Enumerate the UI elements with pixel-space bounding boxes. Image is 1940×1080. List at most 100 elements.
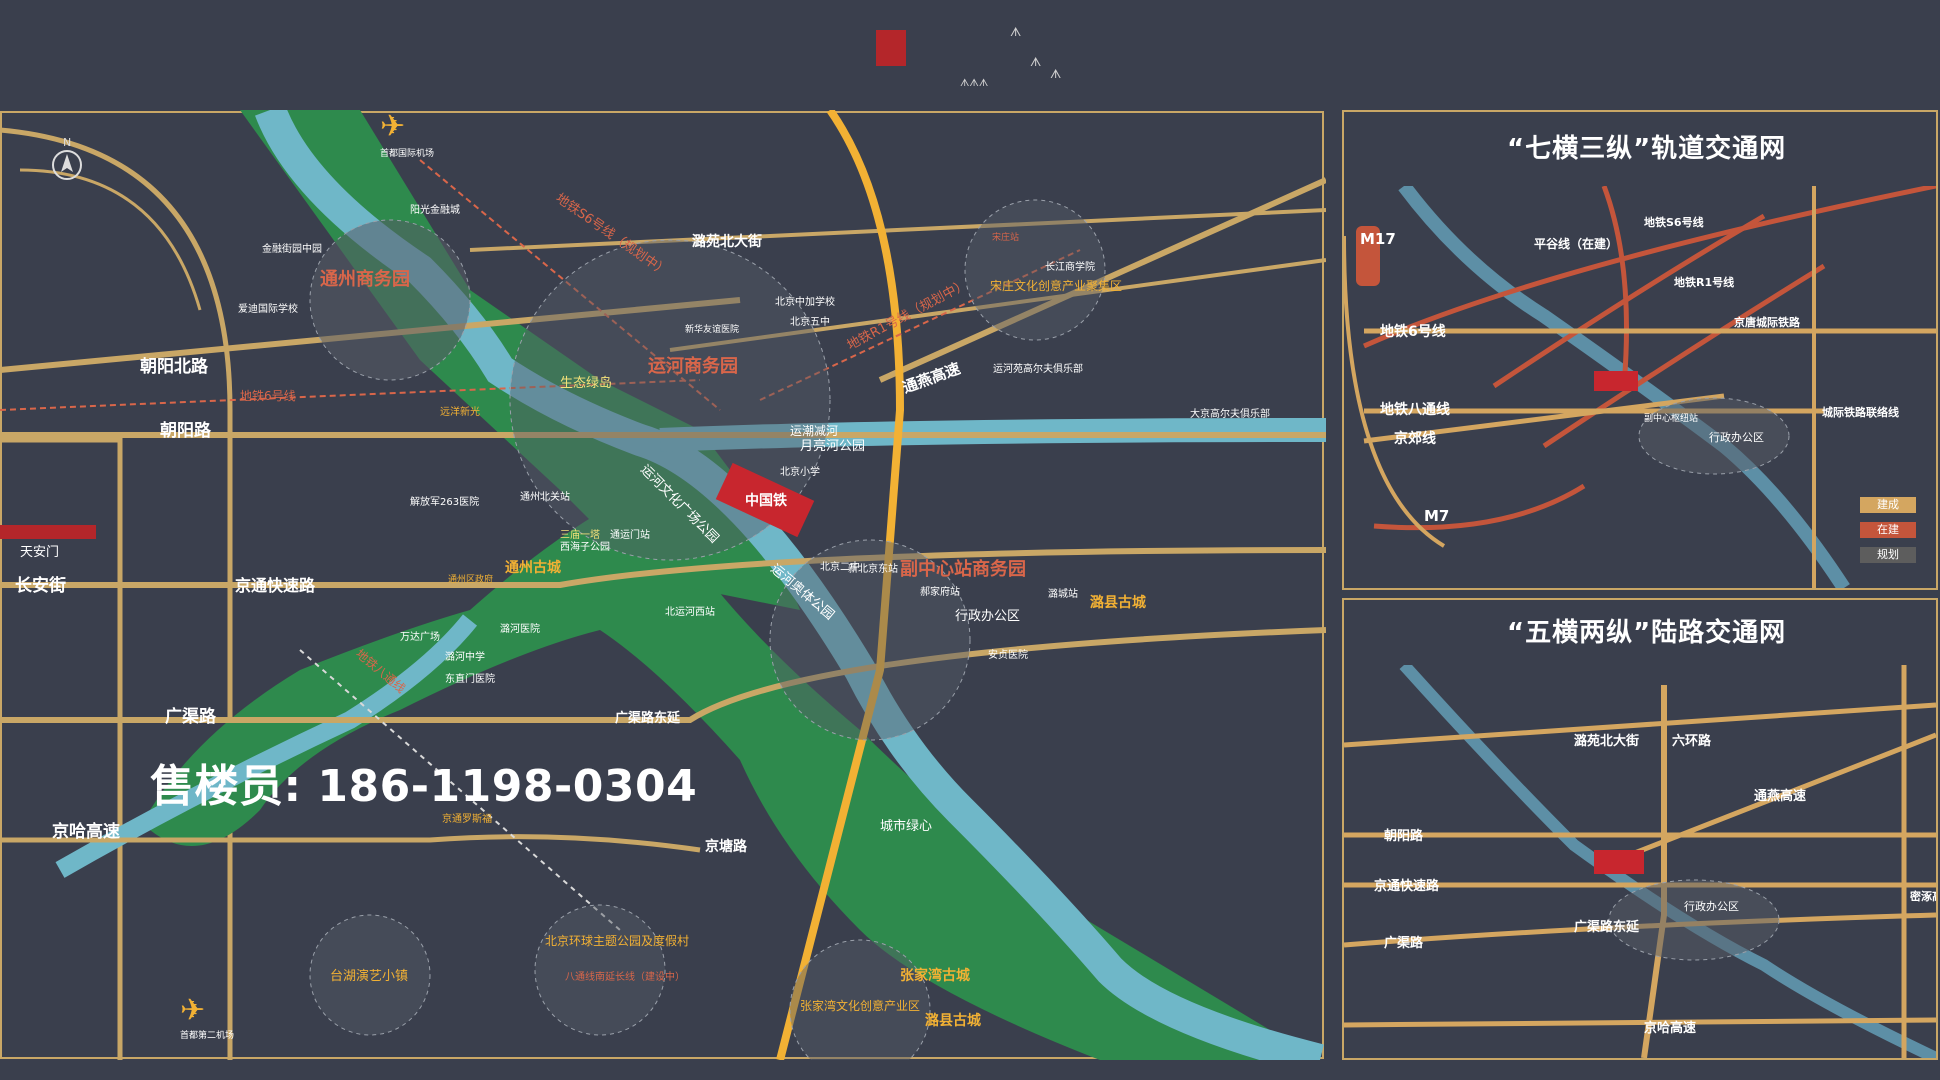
district-songzhuang: 宋庄文化创意产业聚集区 (990, 278, 1122, 293)
poi-luhe-middle: 潞河中学 (445, 650, 485, 663)
district-zhangjiawan: 张家湾文化创意产业区 (800, 998, 920, 1013)
rail-map[interactable]: M17 平谷线（在建） 地铁S6号线 地铁R1号线 京唐城际铁路 地铁6号线 地… (1344, 186, 1936, 588)
project-seal-icon (876, 30, 906, 66)
road-label-guangqu-east: 广渠路东延 (615, 710, 681, 726)
poi-xinhua-friend: 新华友谊医院 (685, 323, 739, 335)
poi-tongzhou-beiguan: 通州北关站 (520, 490, 570, 503)
rail-metro6: 地铁6号线 (1380, 323, 1446, 340)
road-label-chaoyang-north: 朝阳北路 (140, 356, 209, 377)
park-sanmiao: 三庙一塔 (560, 528, 600, 541)
road-luyuan: 潞苑北大街 (1574, 733, 1639, 749)
district-zhangjiawan-old: 张家湾古城 (900, 967, 970, 984)
poi-beijing-school: 北京小学 (780, 465, 820, 478)
poi-xinbeijing-east: 新北京东站 (848, 562, 898, 575)
road-chaoyang: 朝阳路 (1384, 828, 1424, 844)
district-city-green: 城市绿心 (880, 818, 932, 834)
sales-phone[interactable]: 售楼员: 186-1198-0304 (150, 750, 697, 814)
rail-subcenter: 副中心枢纽站 (1644, 412, 1698, 424)
poi-luchengzhan: 潞城站 (1048, 587, 1078, 600)
poi-tongyunmen: 通运门站 (610, 528, 650, 541)
road-jingtong: 京通快速路 (1374, 878, 1440, 894)
road-project-marker (1594, 850, 1644, 874)
road-mijiazhuang: 密涿高速 (1910, 889, 1936, 903)
road-guangqu: 广渠路 (1384, 935, 1424, 951)
poi-beijing-middle: 北京中加学校 (775, 295, 835, 308)
main-map[interactable]: 中国铁 N ✈ 首都国际机场 ✈ 首都第二机场 天安门 朝阳北路 朝阳路 长安街… (0, 110, 1326, 1060)
poi-songzhuang-station: 宋庄站 (992, 231, 1019, 243)
park-eco-island: 生态绿岛 (560, 375, 612, 391)
road-admin: 行政办公区 (1684, 899, 1739, 913)
poi-tongzhou-gov: 通州区政府 (448, 573, 493, 585)
rail-m17: M17 (1360, 230, 1396, 248)
poi-jiefangjun: 解放军263医院 (410, 495, 479, 508)
park-xihaizi: 西海子公园 (560, 540, 610, 553)
road-panel-title: “五横两纵”陆路交通网 (1507, 618, 1787, 648)
poi-golf-yunhe: 运河苑高尔夫俱乐部 (993, 362, 1083, 375)
svg-text:ᗑ: ᗑ (1050, 67, 1061, 81)
poi-wanda: 万达广场 (400, 630, 440, 643)
svg-text:ᗑᗑᗑ: ᗑᗑᗑ (960, 78, 988, 89)
svg-text:ᗑ: ᗑ (1030, 55, 1041, 69)
poi-beijing-five: 北京五中 (790, 315, 830, 328)
road-label-jingtang: 京塘路 (705, 838, 748, 855)
road-label-chaoyang: 朝阳路 (160, 420, 212, 441)
rail-project-marker (1594, 371, 1638, 391)
poi-luhe-hosp: 潞河医院 (500, 622, 540, 635)
rail-panel-title: “七横三纵”轨道交通网 (1507, 134, 1787, 164)
rail-intercity: 城际铁路联络线 (1822, 405, 1899, 419)
poi-beiyunhe-west: 北运河西站 (665, 605, 715, 618)
legend-planned: 规划 (1860, 547, 1916, 563)
road-label-guangqu: 广渠路 (165, 706, 217, 727)
district-universal-note: 八通线南延长线（建设中） (565, 970, 685, 983)
road-label-changan: 长安街 (15, 575, 66, 596)
district-lucheng-old: 潞县古城 (1090, 594, 1146, 611)
tiananmen-icon (0, 525, 96, 539)
road-tongyan: 通燕高速 (1754, 788, 1806, 804)
rail-admin: 行政办公区 (1709, 430, 1764, 444)
road-ring6: 六环路 (1672, 733, 1712, 749)
poi-yuanyang: 远洋新光 (440, 405, 480, 418)
legend-built: 建成 (1860, 497, 1916, 513)
road-label-jingtong: 京通快速路 (235, 576, 316, 595)
rail-jingjiao: 京郊线 (1394, 430, 1436, 447)
airport-daxing-label: 首都第二机场 (180, 1029, 234, 1041)
poi-yangguang: 阳光金融城 (410, 203, 460, 216)
district-tongzhou-old: 通州古城 (505, 559, 561, 576)
road-label-luyuan: 潞苑北大街 (692, 233, 762, 250)
rail-pinggu: 平谷线（在建） (1534, 236, 1618, 251)
rail-m7: M7 (1424, 507, 1449, 525)
district-yunhe-business: 运河商务园 (648, 355, 738, 377)
poi-aidi: 爱迪国际学校 (238, 302, 298, 315)
poi-haojiafu: 郝家府站 (920, 585, 960, 598)
road-map[interactable]: 潞苑北大街 六环路 通燕高速 朝阳路 京通快速路 广渠路 广渠路东延 行政办公区… (1344, 665, 1936, 1058)
map-page: ᗑ ᗑ ᗑ ᗑᗑᗑ 中国铁 N ✈ 首都国际机场 ✈ 首都第二机场 天安门 朝阳… (0, 0, 1940, 1080)
district-tongzhou-business: 通州商务园 (320, 268, 410, 290)
road-guangqu-east: 广渠路东延 (1574, 919, 1640, 935)
poi-golf-dajing: 大京高尔夫俱乐部 (1190, 407, 1270, 420)
poi-dongzhimen: 东直门医院 (445, 672, 495, 685)
poi-anzhen: 安贞医院 (988, 648, 1028, 661)
tiananmen-label: 天安门 (20, 545, 59, 560)
rail-batong: 地铁八通线 (1380, 401, 1450, 418)
flying-birds-icon: ᗑ ᗑ ᗑ ᗑᗑᗑ (960, 25, 1061, 89)
road-label-jingha: 京哈高速 (52, 821, 120, 842)
north-label: N (63, 136, 71, 149)
rail-s6: 地铁S6号线 (1644, 215, 1704, 229)
district-taihu: 台湖演艺小镇 (330, 968, 408, 984)
project-label: 中国铁 (745, 492, 787, 509)
road-jingha: 京哈高速 (1644, 1020, 1696, 1036)
district-admin-office: 行政办公区 (955, 609, 1020, 624)
airport-capital-label: 首都国际机场 (380, 147, 434, 159)
airplane-icon-2: ✈ (180, 993, 205, 1028)
park-yuehe: 月亮河公园 (800, 438, 865, 454)
poi-changjiang: 长江商学院 (1045, 260, 1095, 273)
river-yunchao: 运潮减河 (790, 423, 838, 438)
svg-text:ᗑ: ᗑ (1010, 25, 1021, 39)
poi-jinrongjie: 金融街园中园 (262, 242, 322, 255)
district-subcenter-business: 副中心站商务园 (900, 558, 1026, 580)
metro6-label: 地铁6号线 (240, 389, 296, 403)
district-luxian-old: 潞县古城 (925, 1012, 981, 1029)
rail-r1: 地铁R1号线 (1674, 275, 1734, 289)
rail-jingtang: 京唐城际铁路 (1734, 315, 1801, 329)
district-universal: 北京环球主题公园及度假村 (545, 933, 689, 948)
